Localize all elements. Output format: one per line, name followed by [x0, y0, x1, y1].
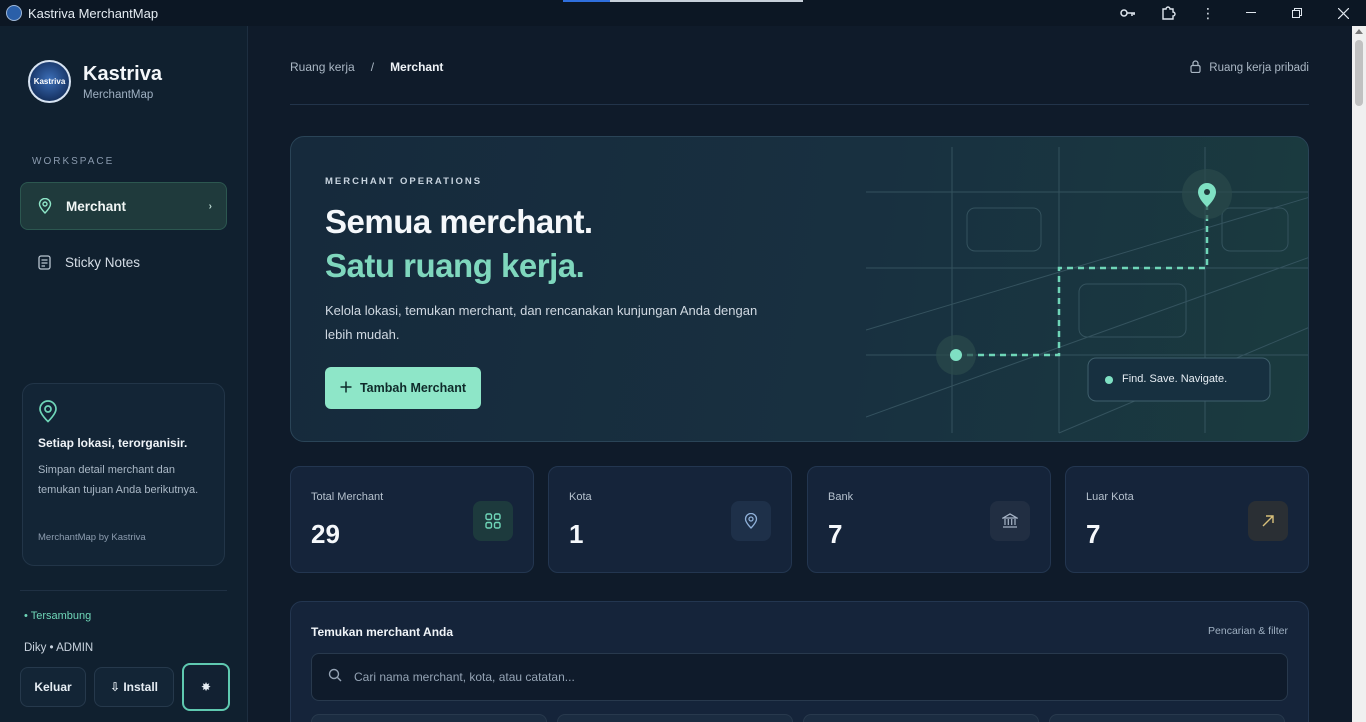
map-pin-icon: [731, 501, 771, 541]
divider: [290, 104, 1309, 105]
stat-label: Total Merchant: [311, 491, 384, 503]
key-icon[interactable]: [1108, 0, 1148, 26]
filter-chip[interactable]: [1049, 714, 1285, 722]
search-box[interactable]: [311, 653, 1288, 701]
arrow-up-right-icon: [1248, 501, 1288, 541]
more-menu-icon[interactable]: ⋮: [1188, 0, 1228, 26]
breadcrumb: Ruang kerja / Merchant: [290, 60, 443, 74]
hero-description: Kelola lokasi, temukan merchant, dan ren…: [325, 303, 758, 342]
search-panel-title: Temukan merchant Anda: [311, 625, 454, 639]
main-content: Ruang kerja / Merchant Ruang kerja priba…: [249, 26, 1352, 722]
map-tagline: Find. Save. Navigate.: [1122, 373, 1228, 385]
search-icon: [328, 668, 342, 687]
section-label: WORKSPACE: [32, 156, 115, 167]
install-button[interactable]: ⇩ Install: [94, 667, 174, 707]
theme-toggle-button[interactable]: ✸: [182, 663, 230, 711]
filter-chip[interactable]: [557, 714, 793, 722]
stat-label: Luar Kota: [1086, 491, 1134, 503]
chevron-right-icon: ›: [208, 200, 212, 212]
stat-card-total-merchant: Total Merchant 29: [290, 466, 534, 573]
breadcrumb-parent[interactable]: Ruang kerja: [290, 60, 355, 74]
map-pin-icon: [38, 400, 60, 423]
map-illustration: [866, 147, 1308, 434]
minimize-icon[interactable]: [1228, 0, 1274, 26]
stat-value: 1: [569, 519, 584, 549]
brand-subtitle: MerchantMap: [83, 89, 154, 101]
note-icon: [36, 254, 52, 270]
app-icon: [6, 5, 22, 21]
info-card-description: Simpan detail merchant dan temukan tujua…: [38, 464, 199, 496]
window-title: Kastriva MerchantMap: [28, 5, 159, 21]
user-info: Diky • ADMIN: [24, 642, 94, 654]
stat-label: Kota: [569, 491, 592, 503]
stat-label: Bank: [828, 491, 854, 503]
sidebar-item-merchant[interactable]: Merchant ›: [20, 182, 227, 230]
search-input[interactable]: [354, 670, 1254, 684]
extensions-icon[interactable]: [1148, 0, 1188, 26]
add-merchant-button[interactable]: Tambah Merchant: [325, 367, 481, 409]
workspace-note-text: Ruang kerja pribadi: [1209, 62, 1309, 74]
close-icon[interactable]: [1320, 0, 1366, 26]
filter-chips: [311, 714, 1285, 722]
sidebar-item-label: Merchant: [66, 198, 127, 214]
restore-icon[interactable]: [1274, 0, 1320, 26]
brand-name: Kastriva: [83, 63, 162, 85]
plus-icon: [340, 381, 352, 396]
info-card-footer: MerchantMap by Kastriva: [38, 532, 146, 543]
breadcrumb-current: Merchant: [390, 60, 444, 74]
stat-value: 7: [828, 519, 843, 549]
stat-value: 7: [1086, 519, 1101, 549]
hero-title: Semua merchant.: [325, 203, 593, 240]
sidebar-item-label: Sticky Notes: [65, 254, 141, 270]
scrollbar-thumb[interactable]: [1355, 40, 1363, 106]
stat-value: 29: [311, 519, 340, 549]
hero-title-accent: Satu ruang kerja.: [325, 247, 585, 284]
grid-icon: [473, 501, 513, 541]
info-card-title: Setiap lokasi, terorganisir.: [38, 436, 188, 450]
title-bar: Kastriva MerchantMap ⋮: [0, 0, 1366, 26]
hero-banner: MERCHANT OPERATIONS Semua merchant. Satu…: [290, 136, 1309, 442]
lock-icon: [1190, 60, 1201, 76]
brand-logo: Kastriva: [28, 60, 71, 103]
stat-card-kota: Kota 1: [548, 466, 792, 573]
loading-progress: [563, 0, 803, 2]
add-merchant-label: Tambah Merchant: [359, 381, 467, 395]
logout-button[interactable]: Keluar: [20, 667, 86, 707]
workspace-note: Ruang kerja pribadi: [1190, 60, 1309, 76]
breadcrumb-separator: /: [370, 60, 375, 74]
info-card: Setiap lokasi, terorganisir. Simpan deta…: [22, 383, 225, 566]
scroll-up-icon[interactable]: [1355, 29, 1363, 34]
search-filter-link[interactable]: Pencarian & filter: [1208, 625, 1288, 637]
brand[interactable]: Kastriva Kastriva MerchantMap: [28, 60, 162, 103]
stat-card-luar-kota: Luar Kota 7: [1065, 466, 1309, 573]
hero-eyebrow: MERCHANT OPERATIONS: [325, 176, 483, 187]
bank-icon: [990, 501, 1030, 541]
divider: [20, 590, 227, 591]
stat-card-bank: Bank 7: [807, 466, 1051, 573]
map-pin-icon: [37, 198, 53, 214]
search-panel: Temukan merchant Anda Pencarian & filter: [290, 601, 1309, 722]
connection-status: • Tersambung: [24, 610, 92, 622]
page-scrollbar[interactable]: [1352, 26, 1366, 722]
sidebar: Kastriva Kastriva MerchantMap WORKSPACE …: [0, 26, 248, 722]
filter-chip[interactable]: [311, 714, 547, 722]
sidebar-item-sticky-notes[interactable]: Sticky Notes: [20, 238, 227, 286]
filter-chip[interactable]: [803, 714, 1039, 722]
